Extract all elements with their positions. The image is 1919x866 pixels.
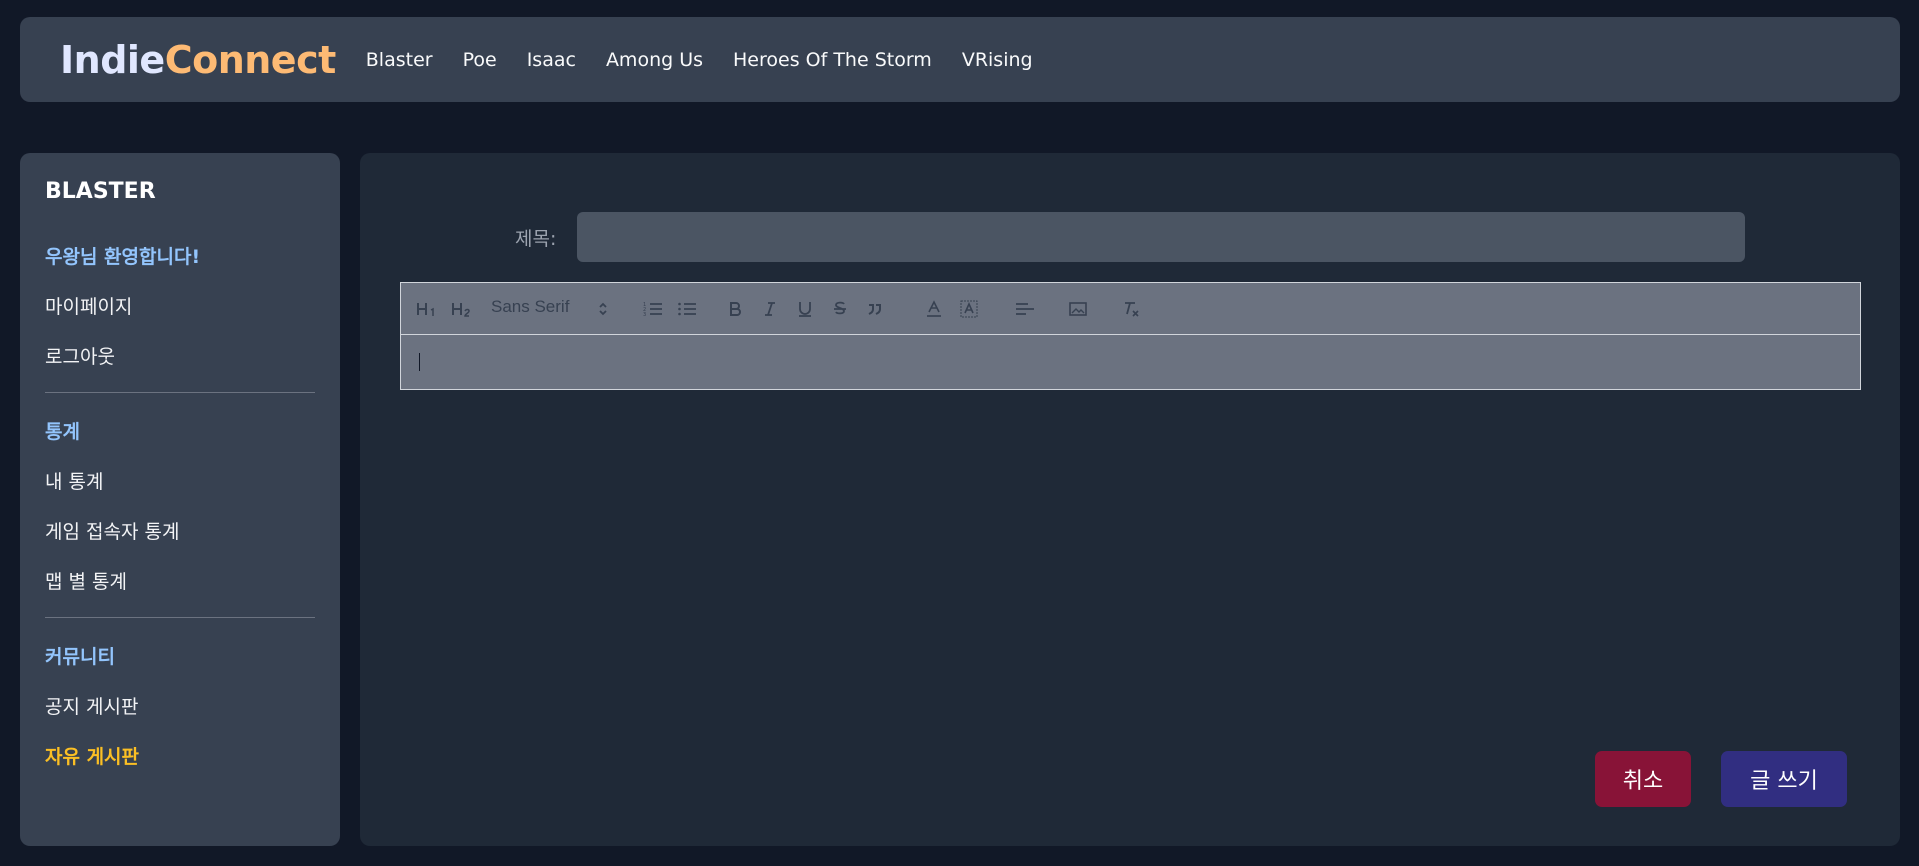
sidebar-divider xyxy=(45,617,315,618)
align-left-icon[interactable] xyxy=(1014,298,1036,320)
sidebar-item-free-board[interactable]: 자유 게시판 xyxy=(45,730,315,780)
title-label: 제목: xyxy=(515,228,557,250)
editor-content-area[interactable] xyxy=(401,335,1860,389)
background-color-icon[interactable] xyxy=(959,298,979,320)
sidebar-section-community: 커뮤니티 xyxy=(45,645,115,668)
welcome-message: 우왕님 환영합니다! xyxy=(45,245,201,268)
submit-post-button[interactable]: 글 쓰기 xyxy=(1721,751,1847,807)
logo-text-connect: Connect xyxy=(164,37,337,82)
text-color-icon[interactable] xyxy=(924,298,944,320)
text-caret xyxy=(419,353,420,371)
cancel-button[interactable]: 취소 xyxy=(1595,751,1691,807)
write-post-panel: 제목: Sans Serif 123 취소 글 쓰기 xyxy=(360,153,1900,846)
strikethrough-icon[interactable] xyxy=(830,298,850,320)
title-row: 제목: xyxy=(360,212,1900,262)
heading-1-icon[interactable] xyxy=(415,298,439,320)
editor-toolbar: Sans Serif 123 xyxy=(401,283,1860,335)
sidebar-item-logout[interactable]: 로그아웃 xyxy=(45,330,315,380)
underline-icon[interactable] xyxy=(795,298,815,320)
top-header: IndieConnect Blaster Poe Isaac Among Us … xyxy=(20,17,1900,102)
sidebar-item-notice-board[interactable]: 공지 게시판 xyxy=(45,680,315,730)
font-family-select[interactable]: Sans Serif xyxy=(491,297,569,317)
app-logo[interactable]: IndieConnect xyxy=(60,38,336,82)
game-nav: Blaster Poe Isaac Among Us Heroes Of The… xyxy=(366,49,1033,71)
italic-icon[interactable] xyxy=(760,298,780,320)
blockquote-icon[interactable] xyxy=(865,298,885,320)
bullet-list-icon[interactable] xyxy=(676,298,698,320)
bold-icon[interactable] xyxy=(725,298,745,320)
sidebar-game-title: BLASTER xyxy=(45,179,156,204)
nav-item-among-us[interactable]: Among Us xyxy=(606,49,703,71)
nav-item-poe[interactable]: Poe xyxy=(463,49,497,71)
ordered-list-icon[interactable]: 123 xyxy=(642,298,664,320)
sidebar-divider xyxy=(45,392,315,393)
nav-item-isaac[interactable]: Isaac xyxy=(527,49,576,71)
title-input[interactable] xyxy=(577,212,1745,262)
svg-text:3: 3 xyxy=(643,312,646,317)
sidebar-item-my-stats[interactable]: 내 통계 xyxy=(45,455,315,505)
nav-item-blaster[interactable]: Blaster xyxy=(366,49,433,71)
sidebar: BLASTER 우왕님 환영합니다! 마이페이지 로그아웃 통계 내 통계 게임… xyxy=(20,153,340,846)
nav-item-vrising[interactable]: VRising xyxy=(962,49,1033,71)
sidebar-item-map-stats[interactable]: 맵 별 통계 xyxy=(45,555,315,605)
logo-text-indie: Indie xyxy=(60,37,165,82)
rich-text-editor: Sans Serif 123 xyxy=(400,282,1861,390)
heading-2-icon[interactable] xyxy=(450,298,474,320)
sidebar-item-game-stats[interactable]: 게임 접속자 통계 xyxy=(45,505,315,555)
sidebar-item-my-page[interactable]: 마이페이지 xyxy=(45,280,315,330)
clear-formatting-icon[interactable] xyxy=(1120,298,1142,320)
select-arrows-icon xyxy=(597,300,609,322)
insert-image-icon[interactable] xyxy=(1067,298,1089,320)
sidebar-section-stats: 통계 xyxy=(45,420,80,443)
nav-item-heroes-of-the-storm[interactable]: Heroes Of The Storm xyxy=(733,49,932,71)
